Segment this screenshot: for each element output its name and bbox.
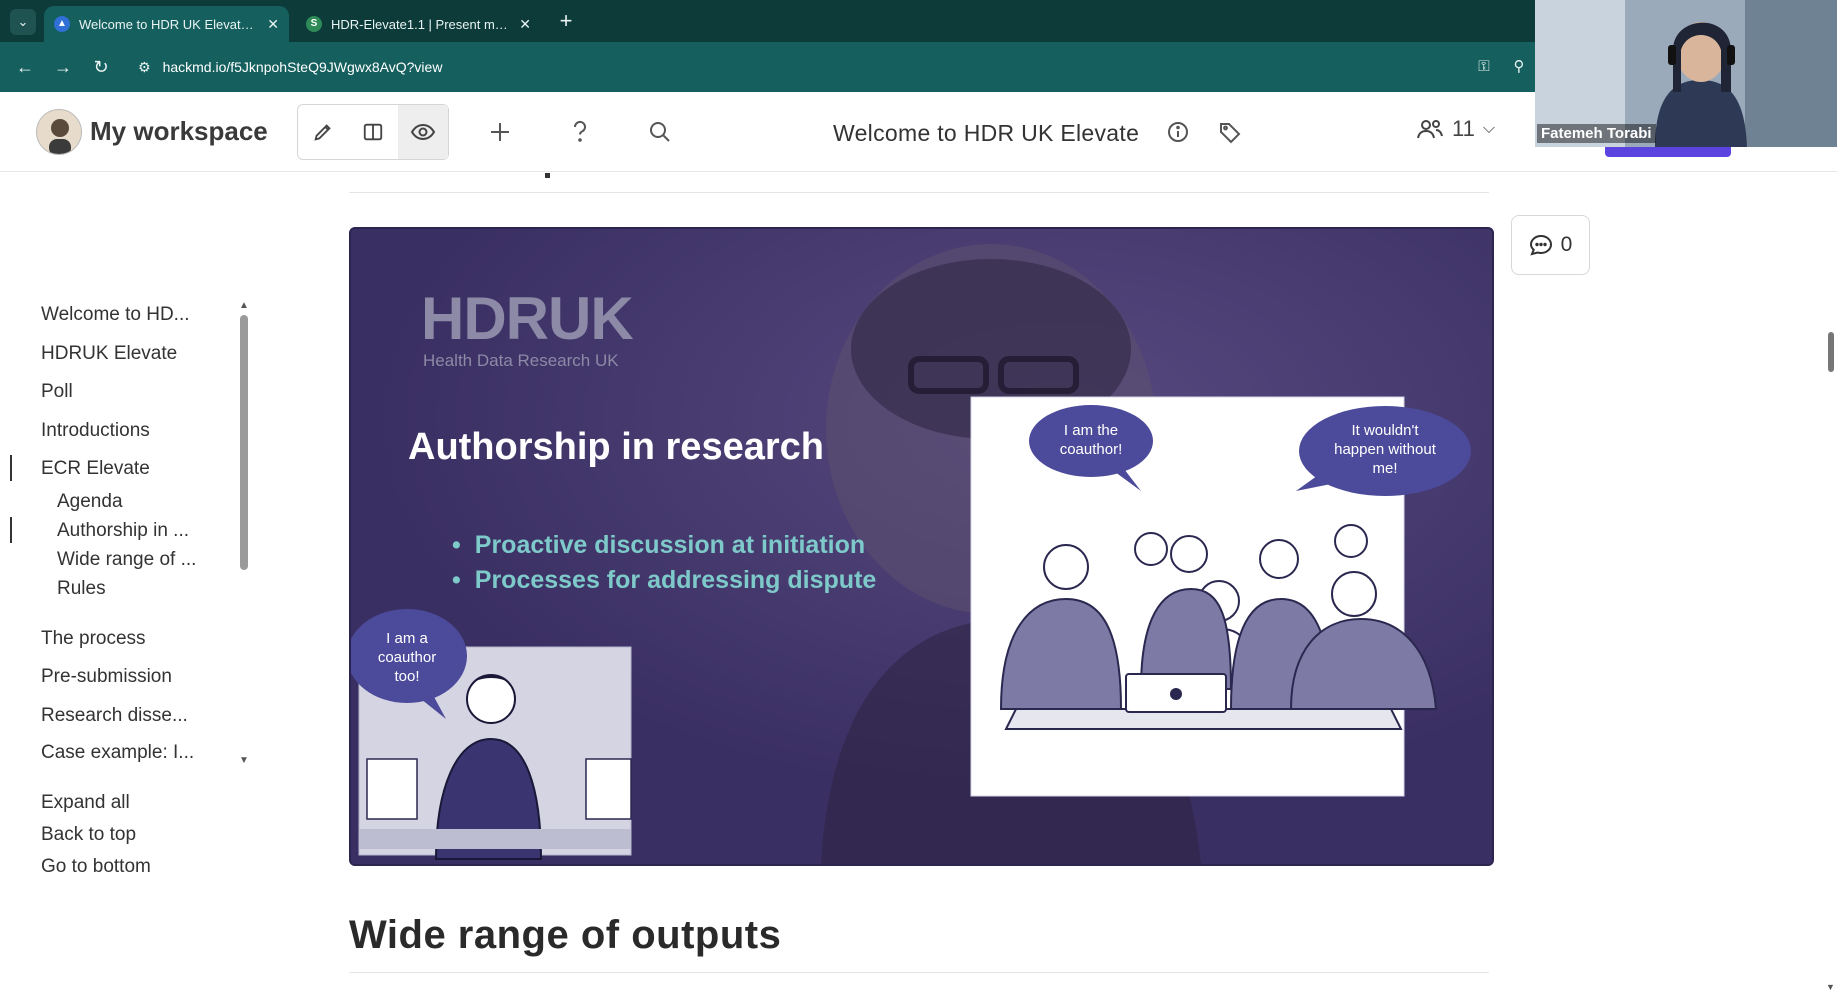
- reload-icon[interactable]: ↻: [88, 54, 114, 80]
- speech-bubble-wouldnt-happen: It wouldn't happen without me!: [1334, 422, 1436, 477]
- toc-active-marker: [10, 455, 12, 481]
- toc-item-agenda[interactable]: Agenda: [57, 491, 123, 513]
- comment-icon: [1529, 234, 1552, 256]
- new-note-plus-icon[interactable]: [486, 118, 514, 146]
- site-settings-icon[interactable]: ⚙: [138, 59, 151, 76]
- new-tab-plus-icon[interactable]: +: [553, 8, 579, 34]
- divider: [349, 192, 1489, 193]
- slides-favicon-icon: S: [306, 16, 322, 32]
- toc-item-poll[interactable]: Poll: [41, 381, 73, 403]
- avatar[interactable]: [36, 109, 82, 155]
- back-to-top-link[interactable]: Back to top: [41, 824, 136, 846]
- people-icon: [1417, 120, 1443, 139]
- speech-bubble-coauthor-too: I am a coauthor too!: [377, 630, 437, 685]
- divider: [349, 972, 1489, 973]
- toc-item-pre-submission[interactable]: Pre-submission: [41, 666, 172, 688]
- hackmd-favicon-icon: ▲: [54, 16, 70, 32]
- toc-item-rules[interactable]: Rules: [57, 578, 106, 600]
- expand-all-link[interactable]: Expand all: [41, 792, 130, 814]
- toc-item-the-process[interactable]: The process: [41, 628, 146, 650]
- bullet-text: Proactive discussion at initiation: [474, 531, 866, 559]
- chevron-down-icon: ⌵: [1482, 120, 1495, 137]
- toc-item-wide-range[interactable]: Wide range of ...: [57, 549, 196, 571]
- toc-scrollbar[interactable]: [240, 315, 248, 570]
- toc-item-welcome[interactable]: Welcome to HD...: [41, 304, 190, 326]
- go-to-bottom-link[interactable]: Go to bottom: [41, 856, 151, 878]
- collaborator-count: 11: [1452, 116, 1475, 141]
- close-tab-icon[interactable]: ✕: [267, 16, 279, 33]
- toc-item-case-example[interactable]: Case example: I...: [41, 742, 194, 764]
- forward-arrow-icon[interactable]: →: [50, 54, 76, 80]
- bullet-text: Processes for addressing dispute: [474, 566, 877, 594]
- toc-item-introductions[interactable]: Introductions: [41, 420, 150, 442]
- search-icon[interactable]: [646, 118, 674, 146]
- tab-list-chevron-icon[interactable]: ⌄: [10, 9, 36, 35]
- document-title: Welcome to HDR UK Elevate: [833, 120, 1140, 146]
- mouse-cursor-icon: [384, 800, 391, 814]
- collaborators-button[interactable]: 11 ⌵: [1416, 116, 1495, 142]
- toc-scroll-down-icon[interactable]: ▼: [239, 755, 249, 766]
- toc-item-hdruk-elevate[interactable]: HDRUK Elevate: [41, 343, 177, 365]
- toc-active-marker: [10, 517, 12, 543]
- speech-bubble-coauthor: I am the coauthor!: [1059, 422, 1123, 458]
- close-tab-icon[interactable]: ✕: [519, 16, 531, 33]
- comment-button[interactable]: 0: [1511, 215, 1590, 275]
- slide-bullet: • Proactive discussion at initiation: [452, 531, 865, 560]
- hdruk-logo-subtitle: Health Data Research UK: [423, 351, 619, 370]
- tab-title: Welcome to HDR UK Elevate - I: [79, 16, 259, 32]
- webcam-participant-name: Fatemeh Torabi: [1537, 124, 1656, 143]
- tab-title: HDR-Elevate1.1 | Present mode: [331, 16, 511, 32]
- tab-present-mode[interactable]: S HDR-Elevate1.1 | Present mode ✕: [296, 6, 541, 42]
- share-button-edge[interactable]: [1605, 147, 1731, 157]
- slide-bullet: • Processes for addressing dispute: [452, 566, 876, 595]
- back-arrow-icon[interactable]: ←: [12, 54, 38, 80]
- slide-image: HDRUK Health Data Research UK Authorship…: [349, 227, 1494, 866]
- url-input[interactable]: ⚙ hackmd.io/f5JknpohSteQ9JWgwx8AvQ?view: [130, 49, 1530, 85]
- password-key-icon[interactable]: ⚿: [1473, 56, 1495, 78]
- slide-title: Authorship in research: [408, 426, 824, 468]
- workspace-title[interactable]: My workspace: [90, 116, 268, 147]
- toc-item-authorship[interactable]: Authorship in ...: [57, 520, 189, 542]
- bullet-dot: •: [452, 566, 461, 594]
- toc-scroll-up-icon[interactable]: ▲: [239, 300, 249, 311]
- bullet-dot: •: [452, 531, 461, 559]
- edit-mode-pencil-icon[interactable]: [298, 105, 348, 159]
- hdruk-logo: HDRUK: [421, 285, 634, 352]
- help-question-icon[interactable]: [566, 118, 594, 146]
- view-mode-eye-icon[interactable]: [398, 105, 448, 159]
- url-text: hackmd.io/f5JknpohSteQ9JWgwx8AvQ?view: [162, 59, 443, 75]
- zoom-icon[interactable]: ⚲: [1508, 56, 1530, 78]
- comment-count: 0: [1560, 233, 1573, 256]
- toc-item-research-dissemination[interactable]: Research disse...: [41, 705, 188, 727]
- toc-item-ecr-elevate[interactable]: ECR Elevate: [41, 458, 150, 480]
- section-heading: Wide range of outputs: [349, 913, 782, 957]
- tab-hackmd-welcome[interactable]: ▲ Welcome to HDR UK Elevate - I ✕: [44, 6, 289, 42]
- info-icon[interactable]: [1164, 118, 1192, 146]
- view-mode-toggle: [297, 104, 449, 160]
- tag-icon[interactable]: [1216, 118, 1244, 146]
- split-view-icon[interactable]: [348, 105, 398, 159]
- page-scroll-down-icon[interactable]: ▼: [1826, 982, 1835, 992]
- page-scrollbar[interactable]: [1828, 332, 1834, 372]
- bullet-fragment: [545, 173, 550, 178]
